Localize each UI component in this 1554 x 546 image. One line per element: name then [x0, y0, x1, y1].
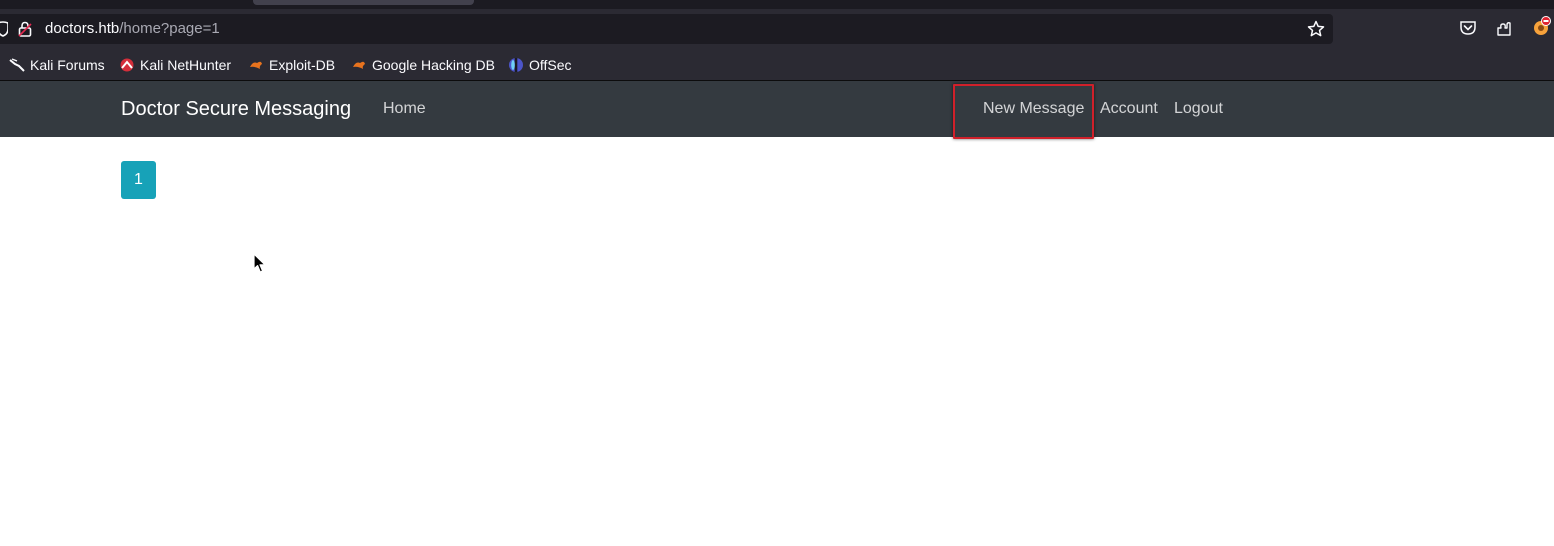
bookmark-exploit-db[interactable]: Exploit-DB — [248, 56, 335, 74]
ghdb-icon — [353, 61, 365, 69]
site-navbar: Doctor Secure Messaging Home New Message… — [0, 81, 1554, 137]
tab-strip — [0, 0, 1554, 9]
url-host: doctors.htb — [45, 20, 120, 37]
mouse-cursor-icon — [253, 253, 266, 273]
url-path: /home?page=1 — [119, 20, 220, 37]
pagination-page-1[interactable]: 1 — [121, 161, 156, 199]
bookmark-kali-nethunter[interactable]: Kali NetHunter — [119, 56, 231, 74]
lock-icon[interactable] — [18, 21, 32, 37]
bookmark-label: Kali Forums — [30, 57, 105, 73]
bookmark-label: OffSec — [529, 57, 572, 73]
annotation-highlight-box — [953, 84, 1094, 139]
bookmarks-bar: Kali Forums Kali NetHunter Exploit-DB Go… — [0, 49, 1554, 81]
bookmark-google-hacking-db[interactable]: Google Hacking DB — [351, 56, 495, 74]
bookmark-label: Google Hacking DB — [372, 57, 495, 73]
bookmark-kali-forums[interactable]: Kali Forums — [9, 56, 105, 74]
exploitdb-icon — [250, 61, 262, 69]
bookmark-label: Exploit-DB — [269, 57, 336, 73]
browser-toolbar: doctors.htb/home?page=1 — [0, 9, 1554, 49]
bookmark-label: Kali NetHunter — [140, 57, 232, 73]
nav-home-link[interactable]: Home — [383, 100, 426, 118]
pocket-icon[interactable] — [1459, 19, 1477, 37]
tracking-shield-icon[interactable] — [0, 21, 8, 37]
extensions-icon[interactable] — [1495, 19, 1513, 37]
url-bar[interactable]: doctors.htb/home?page=1 — [0, 14, 1333, 44]
nav-account-link[interactable]: Account — [1100, 100, 1158, 118]
account-avatar-icon[interactable] — [1531, 15, 1554, 38]
kali-dragon-icon — [9, 58, 25, 72]
bookmark-star-icon[interactable] — [1307, 20, 1325, 38]
active-tab[interactable] — [253, 0, 474, 5]
offsec-icon — [509, 58, 523, 72]
nav-logout-link[interactable]: Logout — [1174, 100, 1223, 118]
bookmark-offsec[interactable]: OffSec — [508, 56, 572, 74]
url-text[interactable]: doctors.htb/home?page=1 — [45, 20, 220, 38]
site-brand-link[interactable]: Doctor Secure Messaging — [121, 98, 351, 121]
nethunter-icon — [120, 58, 134, 72]
